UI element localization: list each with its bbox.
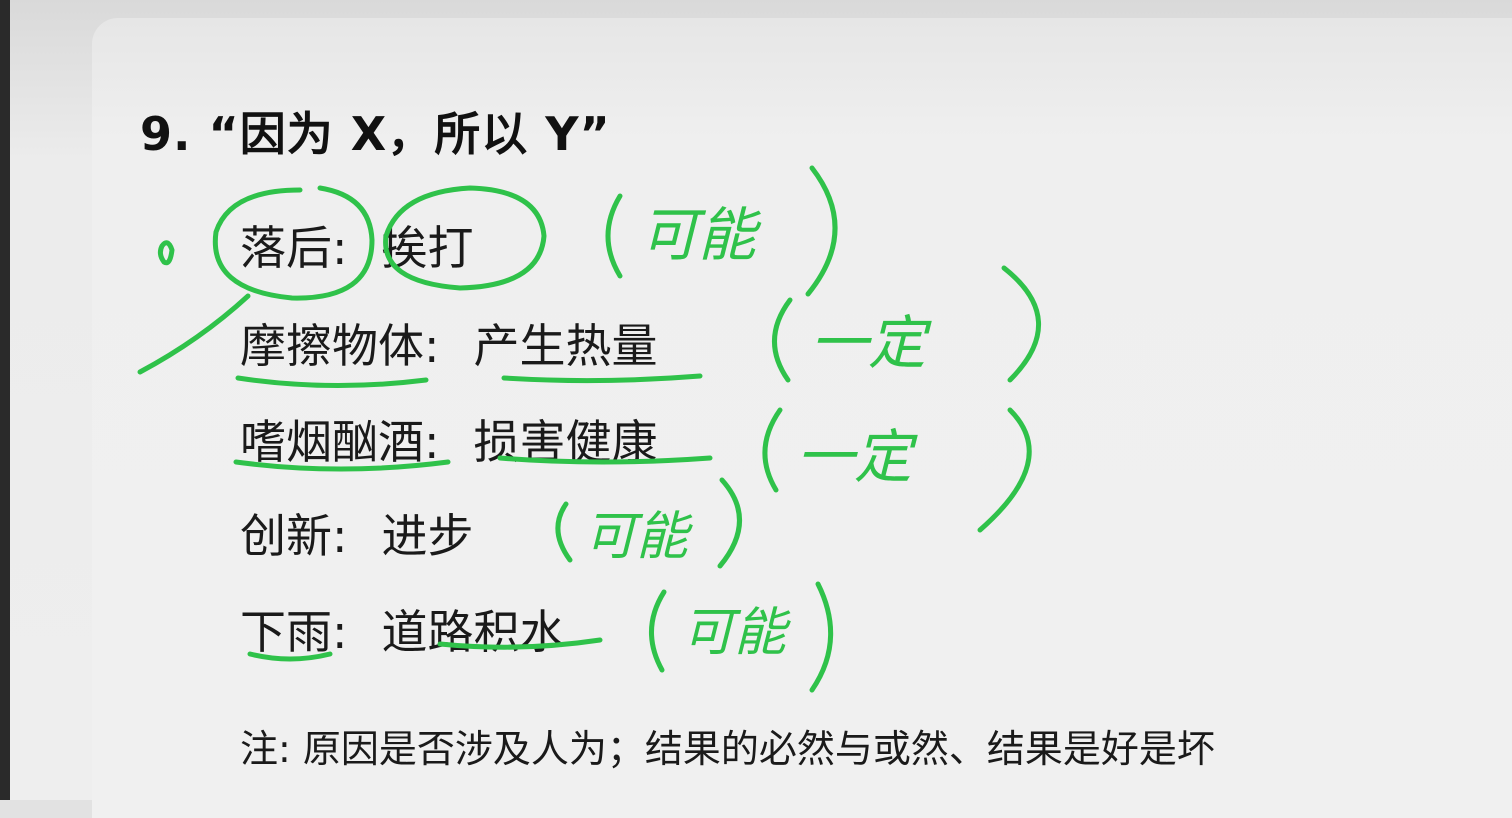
list-item: 摩擦物体: 产生热量 [240, 310, 658, 376]
window-edge [0, 0, 10, 800]
cause-text: 嗜烟酗酒 [240, 415, 424, 469]
screen: 9. “因为 X，所以 Y” 落后: 挨打 摩擦物体: 产生热量 嗜烟酗酒: 损害健康… [0, 0, 1512, 818]
list-item: 下雨: 道路积水 [240, 596, 566, 662]
cause-text: 下雨 [240, 605, 332, 659]
separator: : [424, 415, 440, 469]
list-item: 嗜烟酗酒: 损害健康 [240, 406, 658, 472]
list-item: 创新: 进步 [240, 500, 474, 566]
separator: : [332, 605, 348, 659]
ink-annotation: 可能 [682, 603, 787, 663]
separator: : [332, 221, 348, 275]
slide-heading: 9. “因为 X，所以 Y” [140, 107, 611, 161]
effect-text: 损害健康 [473, 415, 658, 469]
footnote: 注: 原因是否涉及人为；结果的必然与或然、结果是好是坏 [240, 727, 1215, 771]
separator: : [332, 509, 348, 563]
effect-text: 产生热量 [473, 319, 658, 373]
cause-text: 摩擦物体 [240, 319, 424, 373]
separator: : [424, 319, 440, 373]
list-item: 落后: 挨打 [240, 212, 474, 278]
ink-annotation: 一定 [810, 309, 927, 377]
cause-text: 创新 [240, 509, 332, 563]
ink-annotation: 一定 [796, 423, 913, 491]
cause-text: 落后 [240, 221, 332, 275]
ink-annotation: 可能 [584, 507, 689, 567]
effect-text: 挨打 [381, 221, 474, 275]
effect-text: 进步 [381, 509, 474, 563]
effect-text: 道路积水 [381, 605, 566, 659]
ink-annotation: 可能 [640, 201, 757, 269]
